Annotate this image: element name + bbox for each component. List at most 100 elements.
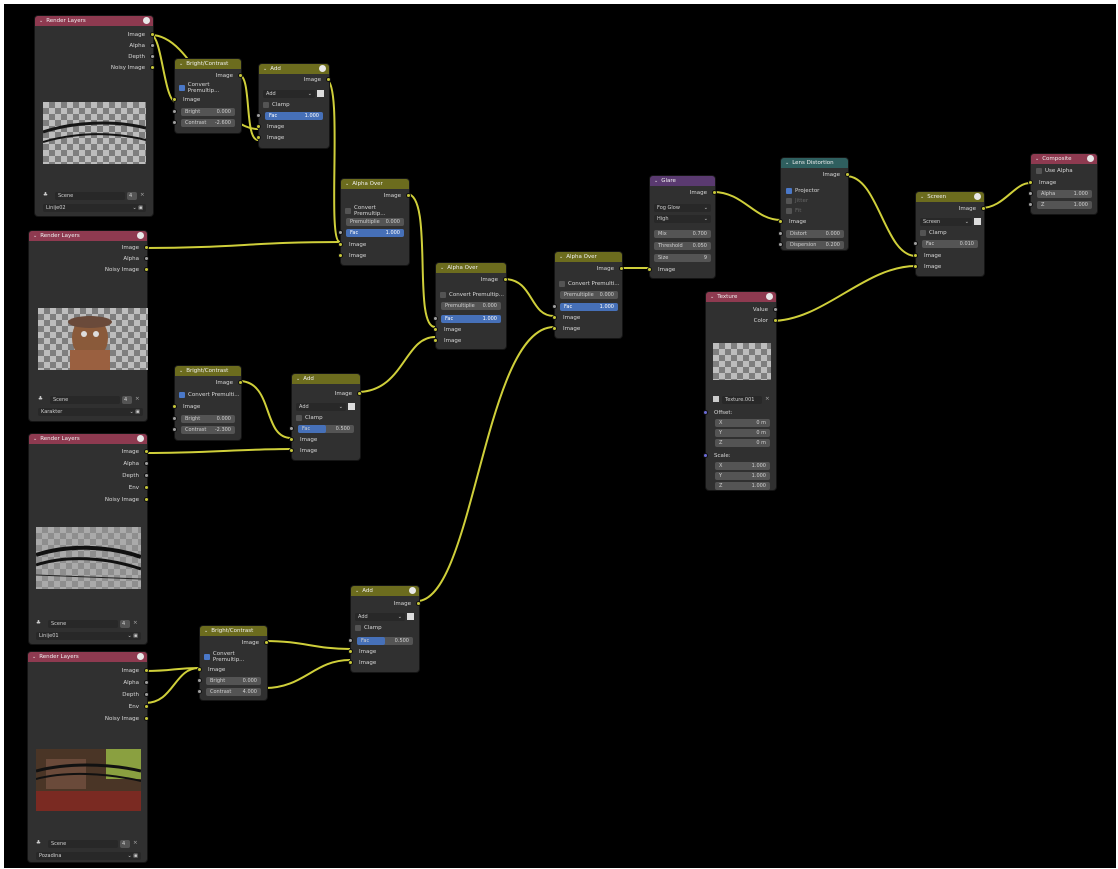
socket-image-out[interactable] bbox=[238, 380, 243, 385]
close-icon[interactable]: × bbox=[133, 620, 138, 626]
socket-fac[interactable] bbox=[289, 426, 294, 431]
socket-depth[interactable] bbox=[144, 473, 149, 478]
collapse-chevron-icon[interactable]: ⌄ bbox=[920, 194, 924, 200]
node-header[interactable]: ⌄ Glare bbox=[650, 176, 715, 186]
node-header[interactable]: ⌄ Add bbox=[292, 374, 360, 384]
layer-selector[interactable]: Pozadina ⌄ ▣ bbox=[36, 852, 141, 860]
fac-field[interactable]: Fac 1.000 bbox=[346, 229, 404, 237]
socket-image[interactable] bbox=[150, 32, 155, 37]
render-icon[interactable] bbox=[974, 193, 981, 200]
socket-image-in-1[interactable] bbox=[338, 242, 343, 247]
offset-z-field[interactable]: Z0 m bbox=[715, 439, 770, 447]
socket-image-in[interactable] bbox=[172, 97, 177, 102]
collapse-chevron-icon[interactable]: ⌄ bbox=[785, 160, 789, 166]
socket-contrast[interactable] bbox=[197, 689, 202, 694]
size-field[interactable]: Size 9 bbox=[654, 254, 711, 262]
socket-alpha[interactable] bbox=[150, 43, 155, 48]
socket-image-out[interactable] bbox=[619, 266, 624, 271]
socket-image-out[interactable] bbox=[712, 190, 717, 195]
node-header[interactable]: ⌄ Alpha Over bbox=[341, 179, 409, 189]
alpha-over-node-1[interactable]: ⌄ Alpha Over Image Convert Premultip... P… bbox=[338, 179, 411, 265]
node-header[interactable]: ⌄ Render Layers bbox=[29, 231, 147, 241]
socket-fac[interactable] bbox=[348, 638, 353, 643]
socket-image-out[interactable] bbox=[238, 73, 243, 78]
socket-image-in[interactable] bbox=[1028, 180, 1033, 185]
socket-noisy-image[interactable] bbox=[144, 497, 149, 502]
render-icon[interactable] bbox=[409, 587, 416, 594]
scene-selector[interactable]: ♣ Scene 4 × bbox=[36, 840, 141, 848]
collapse-chevron-icon[interactable]: ⌄ bbox=[355, 588, 359, 594]
render-icon[interactable] bbox=[319, 65, 326, 72]
socket-image-in-2[interactable] bbox=[256, 135, 261, 140]
collapse-chevron-icon[interactable]: ⌄ bbox=[296, 376, 300, 382]
texture-node[interactable]: ⌄ Texture Value Color Texture.001 × Offse… bbox=[703, 292, 778, 490]
blend-mode-select[interactable]: Add ⌄ bbox=[355, 613, 405, 621]
scale-z-field[interactable]: Z 1.000 bbox=[715, 482, 770, 490]
node-header[interactable]: ⌄ Bright/Contrast bbox=[175, 366, 241, 376]
socket-bright[interactable] bbox=[172, 109, 177, 114]
jitter-checkbox[interactable]: Jitter bbox=[786, 197, 808, 205]
bright-field[interactable]: Bright 0.000 bbox=[181, 415, 235, 423]
socket-image[interactable] bbox=[144, 449, 149, 454]
socket-noisy-image[interactable] bbox=[144, 267, 149, 272]
socket-contrast[interactable] bbox=[172, 120, 177, 125]
collapse-chevron-icon[interactable]: ⌄ bbox=[654, 178, 658, 184]
socket-image-in[interactable] bbox=[647, 267, 652, 272]
render-icon[interactable] bbox=[137, 435, 144, 442]
node-header[interactable]: ⌄ Screen bbox=[916, 192, 984, 202]
contrast-field[interactable]: Contrast -2.300 bbox=[181, 426, 235, 434]
collapse-chevron-icon[interactable]: ⌄ bbox=[32, 654, 36, 660]
node-header[interactable]: ⌄ Add bbox=[259, 64, 329, 74]
premultiply-checkbox[interactable]: Convert Premulti... bbox=[179, 391, 240, 399]
render-icon[interactable] bbox=[143, 17, 150, 24]
socket-alpha[interactable] bbox=[144, 461, 149, 466]
socket-env[interactable] bbox=[144, 485, 149, 490]
render-icon[interactable] bbox=[1087, 155, 1094, 162]
close-icon[interactable]: × bbox=[133, 840, 138, 846]
convert-premultiply-checkbox[interactable]: Convert Premulti... bbox=[559, 280, 620, 288]
socket-image-out[interactable] bbox=[981, 206, 986, 211]
socket-depth[interactable] bbox=[144, 692, 149, 697]
socket-alpha[interactable] bbox=[144, 256, 149, 261]
socket-distort[interactable] bbox=[778, 231, 783, 236]
convert-premultiply-checkbox[interactable]: Convert Premultip... bbox=[440, 291, 504, 299]
contrast-field[interactable]: Contrast -2.600 bbox=[181, 119, 235, 127]
socket-noisy-image[interactable] bbox=[150, 65, 155, 70]
scene-selector[interactable]: ♣ Scene 4 × bbox=[36, 620, 141, 628]
scene-selector[interactable]: ♣ Scene 4 × bbox=[43, 192, 146, 200]
composite-node[interactable]: ⌄ Composite Use Alpha Image Alpha 1.000 Z1… bbox=[1028, 154, 1097, 214]
socket-depth[interactable] bbox=[150, 54, 155, 59]
node-header[interactable]: ⌄ Lens Distortion bbox=[781, 158, 848, 168]
socket-image-in-1[interactable] bbox=[289, 437, 294, 442]
socket-fac[interactable] bbox=[552, 304, 557, 309]
fac-field[interactable]: Fac 0.500 bbox=[357, 637, 413, 645]
socket-image-out[interactable] bbox=[406, 193, 411, 198]
scale-x-field[interactable]: X 1.000 bbox=[715, 462, 770, 470]
node-header[interactable]: ⌄ Render Layers bbox=[29, 434, 147, 444]
socket-z[interactable] bbox=[1028, 202, 1033, 207]
socket-image-in-1[interactable] bbox=[348, 649, 353, 654]
node-header[interactable]: ⌄ Bright/Contrast bbox=[175, 59, 241, 69]
blend-mode-select[interactable]: Add ⌄ bbox=[263, 90, 315, 98]
close-icon[interactable]: × bbox=[140, 192, 145, 198]
socket-fac[interactable] bbox=[338, 230, 343, 235]
collapse-chevron-icon[interactable]: ⌄ bbox=[345, 181, 349, 187]
node-header[interactable]: ⌄ Alpha Over bbox=[436, 263, 506, 273]
socket-image-in-1[interactable] bbox=[433, 327, 438, 332]
socket-image-in-1[interactable] bbox=[256, 124, 261, 129]
collapse-chevron-icon[interactable]: ⌄ bbox=[179, 61, 183, 67]
render-icon[interactable] bbox=[766, 293, 773, 300]
fac-field[interactable]: Fac 0.010 bbox=[922, 240, 978, 248]
collapse-chevron-icon[interactable]: ⌄ bbox=[710, 294, 714, 300]
socket-image-out[interactable] bbox=[416, 601, 421, 606]
socket-bright[interactable] bbox=[197, 678, 202, 683]
clamp-checkbox[interactable]: Clamp bbox=[263, 101, 290, 109]
screen-node[interactable]: ⌄ Screen Image Screen ⌄ Clamp Fac 0.010 Ima… bbox=[913, 192, 986, 276]
fac-field[interactable]: Fac 1.000 bbox=[441, 315, 501, 323]
node-editor[interactable]: ⌄ Render Layers Image Alpha Depth Noisy I… bbox=[4, 4, 1116, 868]
close-icon[interactable]: × bbox=[135, 396, 140, 402]
socket-env[interactable] bbox=[144, 704, 149, 709]
socket-image[interactable] bbox=[144, 668, 149, 673]
premultiply-field[interactable]: Premultiplie 0.000 bbox=[441, 302, 501, 310]
glare-node[interactable]: ⌄ Glare Image Fog Glow ⌄ High ⌄ Mix 0.700 Th… bbox=[647, 176, 717, 278]
